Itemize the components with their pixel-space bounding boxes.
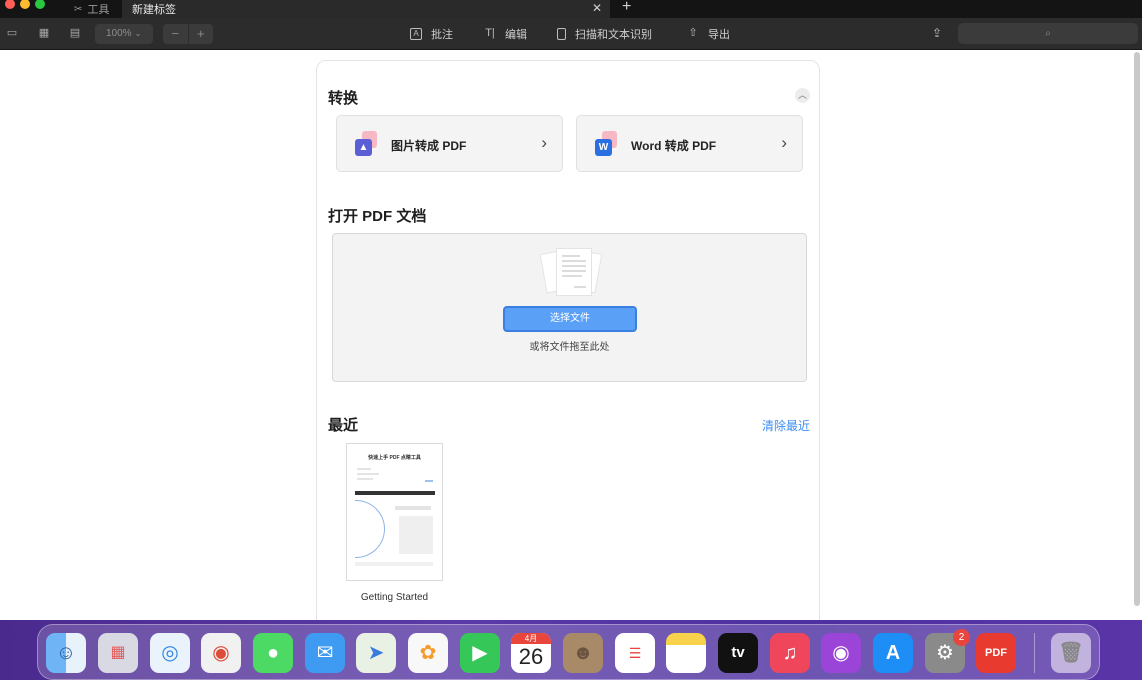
home-panel: 转换 ︿ ▲ 图片转成 PDF › W Word 转成 PDF › 打开 PDF… bbox=[316, 60, 820, 640]
launchpad-icon[interactable]: ▦ bbox=[98, 633, 138, 673]
chevron-right-icon: › bbox=[781, 133, 787, 152]
export-icon: ⇧ bbox=[688, 27, 698, 39]
zoom-out-button[interactable]: − bbox=[163, 24, 189, 44]
mail-icon[interactable]: ✉ bbox=[305, 633, 345, 673]
zoom-in-button[interactable]: + bbox=[189, 24, 214, 44]
recent-file-name: Getting Started bbox=[360, 592, 429, 603]
podcasts-icon[interactable]: ◉ bbox=[821, 633, 861, 673]
close-window-button[interactable] bbox=[5, 0, 15, 9]
text-edit-icon: T| bbox=[485, 27, 495, 39]
tab-new[interactable]: 新建标签 ✕ bbox=[122, 0, 610, 18]
choose-file-button[interactable]: 选择文件 bbox=[503, 306, 637, 332]
collapse-chevron-up-icon[interactable]: ︿ bbox=[795, 88, 810, 103]
dock-separator bbox=[1034, 633, 1035, 673]
title-bar: ✂ 工具 新建标签 ✕ + bbox=[0, 0, 1142, 18]
edit-label: 编辑 bbox=[505, 29, 527, 41]
chevron-down-icon: ⌄ bbox=[134, 29, 142, 38]
word-icon: W bbox=[593, 131, 620, 158]
zoom-stepper: − + bbox=[163, 24, 213, 44]
search-input[interactable]: ⌕ bbox=[958, 23, 1138, 44]
tab-close-icon[interactable]: ✕ bbox=[592, 1, 602, 15]
sidebar-toggle-icon[interactable]: ▭ bbox=[5, 27, 19, 39]
grid-view-icon[interactable]: ▦ bbox=[37, 27, 51, 39]
open-pdf-heading: 打开 PDF 文档 bbox=[328, 208, 427, 225]
image-icon: ▲ bbox=[353, 131, 380, 158]
recent-file-thumbnail[interactable]: 快速上手 PDF 点睛工具 bbox=[346, 443, 443, 581]
calendar-day: 26 bbox=[518, 644, 544, 669]
trash-icon[interactable]: 🗑 bbox=[1051, 633, 1091, 673]
export-button[interactable]: ⇧ 导出 bbox=[687, 26, 730, 42]
export-label: 导出 bbox=[708, 29, 730, 41]
notification-badge: 2 bbox=[953, 629, 970, 646]
page-layout-icon[interactable]: ▤ bbox=[68, 27, 82, 39]
convert-heading: 转换 bbox=[328, 90, 359, 107]
facetime-icon[interactable]: ▶ bbox=[460, 633, 500, 673]
pdf-app-icon[interactable]: PDF bbox=[976, 633, 1016, 673]
scan-ocr-label: 扫描和文本识别 bbox=[575, 29, 652, 41]
image-to-pdf-card[interactable]: ▲ 图片转成 PDF › bbox=[336, 115, 563, 172]
vertical-scrollbar[interactable] bbox=[1134, 52, 1140, 606]
tab-new-label: 新建标签 bbox=[132, 4, 176, 16]
zoom-select[interactable]: 100% ⌄ bbox=[95, 24, 153, 44]
notes-icon[interactable] bbox=[666, 633, 706, 673]
maps-icon[interactable]: ➤ bbox=[356, 633, 396, 673]
dock: ☺ ▦ ◎ ◉ ● ✉ ➤ ✿ ▶ 4月 26 ☻ ☰ tv ♫ ◉ A ⚙ 2… bbox=[37, 624, 1100, 680]
app-store-icon[interactable]: A bbox=[873, 633, 913, 673]
reminders-icon[interactable]: ☰ bbox=[615, 633, 655, 673]
zoom-value: 100% bbox=[106, 28, 132, 39]
documents-icon bbox=[539, 246, 603, 300]
image-to-pdf-label: 图片转成 PDF bbox=[391, 139, 467, 153]
calendar-icon[interactable]: 4月 26 bbox=[511, 633, 551, 673]
tab-tools[interactable]: ✂ 工具 bbox=[60, 0, 122, 18]
zoom-window-button[interactable] bbox=[35, 0, 45, 9]
file-dropzone[interactable]: 选择文件 或将文件拖至此处 bbox=[332, 233, 807, 382]
photos-icon[interactable]: ✿ bbox=[408, 633, 448, 673]
scan-icon bbox=[557, 28, 566, 40]
tools-icon: ✂ bbox=[74, 3, 83, 15]
annotate-label: 批注 bbox=[431, 29, 453, 41]
chrome-icon[interactable]: ◉ bbox=[201, 633, 241, 673]
calendar-month: 4月 bbox=[511, 633, 551, 644]
toolbar: ▭ ▦ ▤ 100% ⌄ − + A 批注 T| 编辑 扫描和文本识别 ⇧ 导出 … bbox=[0, 18, 1142, 50]
main-area: 转换 ︿ ▲ 图片转成 PDF › W Word 转成 PDF › 打开 PDF… bbox=[0, 50, 1142, 640]
thumbnail-title: 快速上手 PDF 点睛工具 bbox=[368, 455, 421, 461]
safari-icon[interactable]: ◎ bbox=[150, 633, 190, 673]
system-settings-icon[interactable]: ⚙ 2 bbox=[925, 629, 970, 673]
share-icon[interactable]: ⇪ bbox=[932, 26, 942, 40]
finder-icon[interactable]: ☺ bbox=[46, 633, 86, 673]
messages-icon[interactable]: ● bbox=[253, 633, 293, 673]
apple-tv-icon[interactable]: tv bbox=[718, 633, 758, 673]
minimize-window-button[interactable] bbox=[20, 0, 30, 9]
clear-recent-link[interactable]: 清除最近 bbox=[762, 417, 810, 434]
annotate-icon: A bbox=[410, 28, 422, 40]
search-icon: ⌕ bbox=[1045, 28, 1051, 39]
contacts-icon[interactable]: ☻ bbox=[563, 633, 603, 673]
tab-tools-label: 工具 bbox=[87, 4, 110, 16]
chevron-right-icon: › bbox=[541, 133, 547, 152]
word-to-pdf-card[interactable]: W Word 转成 PDF › bbox=[576, 115, 803, 172]
edit-button[interactable]: T| 编辑 bbox=[484, 26, 527, 42]
music-icon[interactable]: ♫ bbox=[770, 633, 810, 673]
word-to-pdf-label: Word 转成 PDF bbox=[631, 139, 717, 153]
scan-ocr-button[interactable]: 扫描和文本识别 bbox=[557, 26, 652, 42]
annotate-button[interactable]: A 批注 bbox=[410, 26, 453, 42]
add-tab-button[interactable]: + bbox=[622, 0, 631, 16]
drop-hint: 或将文件拖至此处 bbox=[529, 342, 610, 353]
recent-heading: 最近 bbox=[328, 417, 359, 434]
